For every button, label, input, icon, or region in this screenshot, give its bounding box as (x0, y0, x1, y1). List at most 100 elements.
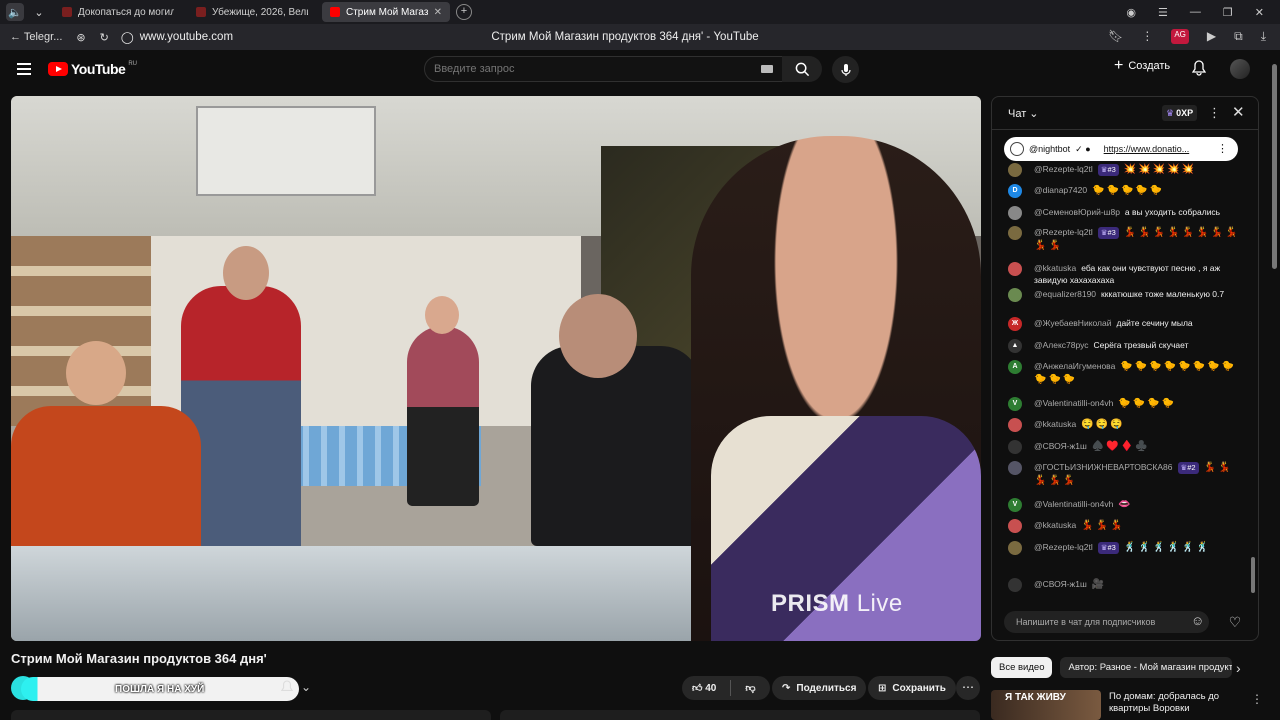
close-window-icon[interactable]: ✕ (1255, 6, 1264, 19)
chat-input[interactable]: Напишите в чат для подписчиков (1004, 611, 1209, 633)
create-button[interactable]: + Создать (1114, 58, 1170, 74)
translate-extension-icon[interactable]: AG (1171, 29, 1189, 44)
menu-icon[interactable] (17, 63, 31, 75)
browser-tab[interactable]: Докопаться до могилы, 2 (54, 2, 182, 22)
chat-author-name[interactable]: @СВОЯ-ж1ш (1034, 579, 1087, 589)
collections-icon[interactable]: ⧉ (1234, 29, 1243, 44)
chat-author-avatar[interactable] (1008, 418, 1022, 432)
chat-close-icon[interactable]: ✕ (1232, 103, 1245, 121)
chat-author-name[interactable]: @kkatuska (1034, 520, 1076, 530)
extension-icon[interactable]: ⊛ (76, 31, 85, 44)
share-button[interactable]: ↷ Поделиться (772, 676, 867, 700)
member-badge-label: #2 (1187, 463, 1196, 472)
notifications-button[interactable] (1191, 60, 1207, 81)
more-actions-button[interactable]: ⋯ (956, 676, 980, 700)
url-field[interactable]: ◯ www.youtube.com (121, 30, 233, 44)
chat-author-name[interactable]: @СВОЯ-ж1ш (1034, 441, 1087, 451)
related-title[interactable]: По домам: добралась до квартиры Воровки (1109, 691, 1249, 715)
chip-author[interactable]: Автор: Разное - Мой магазин продуктов (1060, 657, 1233, 678)
chat-author-avatar[interactable] (1008, 206, 1022, 220)
back-button[interactable]: ← Telegr... (10, 31, 62, 43)
chat-author-avatar[interactable] (1008, 440, 1022, 454)
chat-scrollbar[interactable] (1251, 557, 1255, 593)
chat-author-name[interactable]: @Rezepte-lq2tl (1034, 227, 1093, 237)
restore-icon[interactable]: ❐ (1223, 6, 1233, 19)
chat-author-avatar[interactable] (1008, 578, 1022, 592)
chat-author-avatar[interactable] (1008, 519, 1022, 533)
chat-emoji: ♠️♥️♦️♣️ (1091, 441, 1150, 452)
chat-author-name[interactable]: @СеменовЮрий-ш8р (1034, 207, 1120, 217)
page-scrollbar[interactable] (1272, 64, 1277, 269)
browser-tab[interactable]: Убежище, 2026, Великобр (188, 2, 316, 22)
chat-author-avatar[interactable] (1008, 288, 1022, 302)
chat-author-avatar[interactable]: ▲ (1008, 339, 1022, 353)
new-tab-button[interactable]: + (456, 4, 472, 20)
reload-icon[interactable]: ↻ (100, 31, 109, 44)
chat-author-avatar[interactable] (1008, 461, 1022, 475)
chat-author-name[interactable]: @kkatuska (1034, 263, 1076, 273)
description-box[interactable] (11, 710, 491, 720)
chevron-down-icon[interactable]: ⌄ (301, 680, 311, 694)
related-video-item[interactable]: Я ТАК ЖИВУ По домам: добралась до кварти… (991, 688, 1263, 720)
tab-close-icon[interactable]: ✕ (434, 7, 442, 18)
video-player[interactable]: PRISM Live (11, 96, 981, 641)
voice-search-button[interactable] (832, 56, 859, 83)
pinned-link[interactable]: https://www.donatio... (1104, 144, 1190, 154)
site-info-icon[interactable]: ◯ (121, 30, 134, 44)
save-button[interactable]: ⊞ Сохранить (868, 676, 956, 700)
download-icon[interactable]: ⤓ (1261, 29, 1266, 44)
profile-icon[interactable]: ◉ (1126, 6, 1136, 19)
chat-author-avatar[interactable]: V (1008, 498, 1022, 512)
chat-author-name[interactable]: @Valentinatilli-on4vh (1034, 499, 1113, 509)
emoji-icon[interactable]: ☺ (1191, 613, 1204, 628)
account-avatar[interactable] (1230, 59, 1250, 79)
chat-author-avatar[interactable]: D (1008, 184, 1022, 198)
chat-author-avatar[interactable]: V (1008, 397, 1022, 411)
chevron-down-icon[interactable]: ⌄ (30, 3, 48, 21)
chat-author-name[interactable]: @Алекс78рус (1034, 340, 1089, 350)
chat-message-text: дайте сечину мыла (1116, 318, 1193, 328)
subscribe-bell-icon[interactable] (280, 680, 294, 699)
search-button[interactable] (782, 56, 822, 82)
like-count: 40 (705, 683, 717, 694)
chat-author-name[interactable]: @Rezepte-lq2tl (1034, 542, 1093, 552)
related-thumbnail[interactable]: Я ТАК ЖИВУ (991, 690, 1101, 720)
chat-author-avatar[interactable] (1008, 226, 1022, 240)
chat-author-avatar[interactable]: A (1008, 360, 1022, 374)
minimize-icon[interactable]: — (1190, 6, 1201, 18)
chat-author-name[interactable]: @Valentinatilli-on4vh (1034, 398, 1113, 408)
pinned-message[interactable]: @nightbot ✓ ● https://www.donatio... ⋮ (1004, 137, 1238, 161)
pinned-more-icon[interactable]: ⋮ (1217, 142, 1228, 155)
media-icon[interactable]: ▶ (1207, 29, 1216, 44)
chat-author-avatar[interactable]: Ж (1008, 317, 1022, 331)
chevron-right-icon[interactable]: › (1236, 660, 1241, 676)
related-more-icon[interactable]: ⋮ (1251, 692, 1263, 706)
chat-author-name[interactable]: @ЖуебаевНиколай (1034, 318, 1112, 328)
chat-author-avatar[interactable] (1008, 262, 1022, 276)
channel-row: ПОШЛА Я НА ХУЙ ⌄ (11, 676, 321, 701)
bookmark-icon[interactable]: 🔖︎ (1108, 29, 1123, 44)
more-icon[interactable]: ⋮ (1141, 29, 1153, 44)
chat-author-name[interactable]: @dianap7420 (1034, 185, 1087, 195)
chat-author-avatar[interactable] (1008, 541, 1022, 555)
dislike-button[interactable]: 👎︎ (745, 682, 755, 694)
like-button[interactable]: 👍︎ 40 (692, 682, 716, 694)
chat-more-icon[interactable]: ⋮ (1208, 105, 1221, 121)
chat-author-name[interactable]: @kkatuska (1034, 419, 1076, 429)
browser-tab-active[interactable]: Стрим Мой Магазин продуктов 364 дня' - Y… (322, 2, 450, 22)
xp-badge[interactable]: ♛ 0XP (1162, 105, 1198, 121)
search-input[interactable] (434, 63, 734, 75)
chat-author-avatar[interactable] (1008, 163, 1022, 177)
menu-lines-icon[interactable]: ☰ (1158, 6, 1168, 19)
chat-author-name[interactable]: @equalizer8190 (1034, 289, 1096, 299)
chat-author-name[interactable]: @АнжелаИгуменова (1034, 361, 1115, 371)
chat-author-name[interactable]: @ГОСТЬИЗНИЖНЕВАРТОВСКА86 (1034, 462, 1173, 472)
youtube-logo[interactable]: YouTube RU (48, 61, 137, 77)
chat-author-name[interactable]: @Rezepte-lq2tl (1034, 164, 1093, 174)
heart-icon[interactable]: ♡ (1222, 609, 1248, 635)
speaker-icon[interactable]: 🔈 (6, 3, 24, 21)
chip-all-videos[interactable]: Все видео (991, 657, 1053, 678)
chat-message: @Rezepte-lq2tl ♛#3 🕺🕺🕺🕺🕺🕺 (1008, 541, 1240, 555)
chat-mode-dropdown[interactable]: Чат ⌄ (1008, 107, 1039, 120)
keyboard-icon[interactable] (761, 65, 773, 73)
